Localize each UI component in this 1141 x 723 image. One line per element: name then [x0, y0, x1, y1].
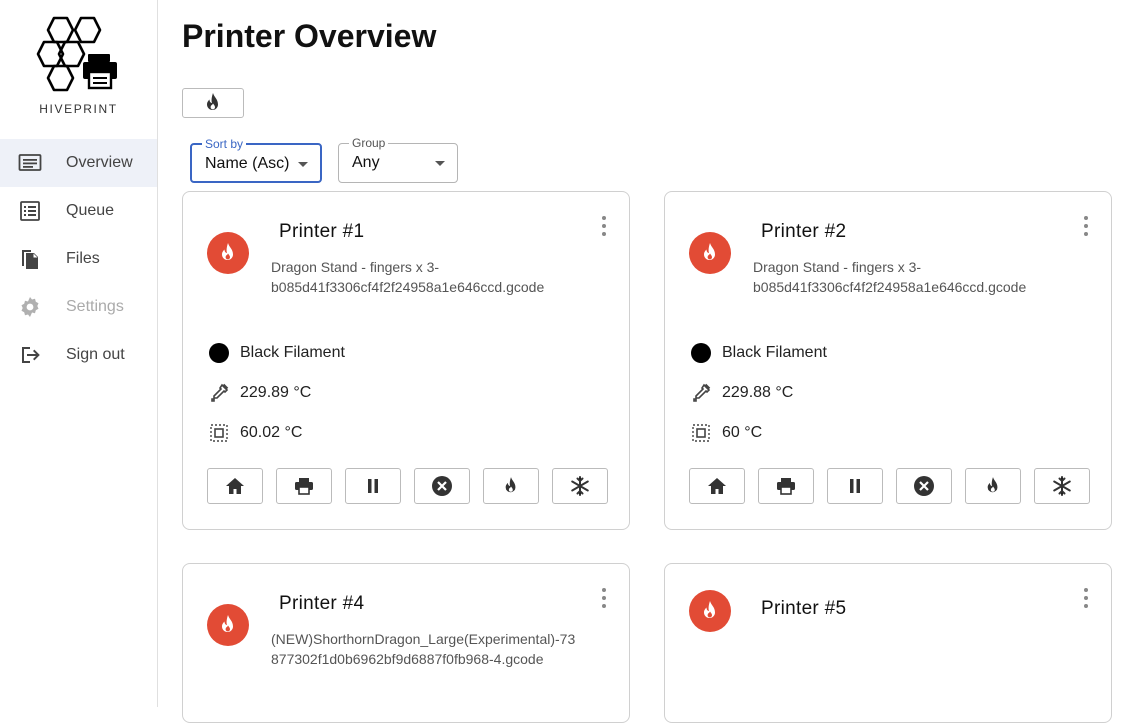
- page-title: Printer Overview: [182, 18, 437, 54]
- sidebar-item-label: Overview: [66, 154, 133, 171]
- bed-temp: 60.02 °C: [240, 424, 303, 441]
- hive-logo-icon: [36, 16, 117, 92]
- preheat-button[interactable]: [483, 468, 539, 504]
- filament-row: Black Filament: [689, 341, 827, 365]
- gear-icon: [18, 295, 42, 319]
- flame-icon: [222, 243, 233, 260]
- brand-name: HIVEPRINT: [39, 102, 118, 116]
- printer-name: Printer #1: [279, 221, 365, 242]
- printer-name: Printer #5: [761, 598, 847, 619]
- cancel-button[interactable]: [414, 468, 470, 504]
- printer-actions: [207, 468, 608, 504]
- preheat-button[interactable]: [965, 468, 1021, 504]
- print-icon: [295, 478, 313, 495]
- logo: HIVEPRINT: [0, 10, 157, 120]
- more-options-icon[interactable]: [601, 216, 607, 236]
- sidebar-item-label: Files: [66, 250, 100, 267]
- cancel-icon: [432, 476, 452, 496]
- filament-row: Black Filament: [207, 341, 345, 365]
- home-button[interactable]: [689, 468, 745, 504]
- sidebar-item-queue[interactable]: Queue: [0, 187, 157, 235]
- flame-icon: [987, 477, 998, 493]
- flame-icon: [505, 477, 516, 493]
- filament-name: Black Filament: [722, 344, 827, 361]
- printer-card: Printer #4 (NEW)ShorthornDragon_Large(Ex…: [182, 563, 630, 723]
- sidebar-item-label: Settings: [66, 298, 124, 315]
- sidebar-item-files[interactable]: Files: [0, 235, 157, 283]
- preheat-all-button[interactable]: [182, 88, 244, 118]
- bed-temp-row: 60.02 °C: [207, 421, 302, 445]
- main-content: Printer Overview Sort by Name (Asc) Grou…: [158, 0, 1141, 723]
- nozzle-temp: 229.89 °C: [240, 384, 312, 401]
- group-label: Group: [349, 136, 389, 150]
- nozzle-temp-row: 229.89 °C: [207, 381, 311, 405]
- group-value: Any: [352, 154, 380, 171]
- cancel-icon: [914, 476, 934, 496]
- more-options-icon[interactable]: [601, 588, 607, 608]
- pause-button[interactable]: [827, 468, 883, 504]
- sidebar-item-overview[interactable]: Overview: [0, 139, 157, 187]
- flame-icon: [704, 601, 715, 618]
- printer-card: Printer #2 Dragon Stand - fingers x 3-b0…: [664, 191, 1112, 530]
- monitor-list-icon: [18, 151, 42, 175]
- pause-icon: [368, 479, 378, 493]
- nozzle-temp-row: 229.88 °C: [689, 381, 793, 405]
- sidebar: HIVEPRINT Overview Queue Files Settings …: [0, 0, 158, 707]
- dropdown-arrow-icon: [435, 161, 445, 166]
- sidebar-item-label: Sign out: [66, 346, 125, 363]
- home-button[interactable]: [207, 468, 263, 504]
- pause-button[interactable]: [345, 468, 401, 504]
- nozzle-icon: [207, 381, 231, 405]
- sidebar-item-sign-out[interactable]: Sign out: [0, 331, 157, 379]
- files-icon: [18, 247, 42, 271]
- bed-icon: [207, 421, 231, 445]
- snowflake-icon: [1053, 476, 1071, 496]
- home-icon: [708, 478, 726, 494]
- printer-current-file: (NEW)ShorthornDragon_Large(Experimental)…: [271, 631, 576, 667]
- printer-current-file: Dragon Stand - fingers x 3-b085d41f3306c…: [753, 259, 1027, 295]
- cooldown-button[interactable]: [1034, 468, 1090, 504]
- nozzle-icon: [689, 381, 713, 405]
- printer-status-avatar: [207, 232, 249, 274]
- pause-icon: [850, 479, 860, 493]
- more-options-icon[interactable]: [1083, 588, 1089, 608]
- print-button[interactable]: [276, 468, 332, 504]
- printer-current-file: Dragon Stand - fingers x 3-b085d41f3306c…: [271, 259, 545, 295]
- printer-card: Printer #1 Dragon Stand - fingers x 3-b0…: [182, 191, 630, 530]
- printer-name: Printer #4: [279, 593, 365, 614]
- sort-by-value: Name (Asc): [205, 155, 290, 172]
- queue-list-icon: [18, 199, 42, 223]
- sidebar-item-label: Queue: [66, 202, 115, 219]
- printer-status-avatar: [689, 590, 731, 632]
- dropdown-arrow-icon: [298, 162, 308, 167]
- printer-actions: [689, 468, 1090, 504]
- printer-name: Printer #2: [761, 221, 847, 242]
- printer-status-avatar: [207, 604, 249, 646]
- more-options-icon[interactable]: [1083, 216, 1089, 236]
- filament-name: Black Filament: [240, 344, 345, 361]
- flame-icon: [704, 243, 715, 260]
- nozzle-temp: 229.88 °C: [722, 384, 794, 401]
- flame-icon: [207, 93, 218, 110]
- sign-out-icon: [18, 343, 42, 367]
- bed-temp: 60 °C: [722, 424, 763, 441]
- sidebar-item-settings[interactable]: Settings: [0, 283, 157, 331]
- printer-card: Printer #5: [664, 563, 1112, 723]
- cooldown-button[interactable]: [552, 468, 608, 504]
- home-icon: [226, 478, 244, 494]
- filament-color-swatch: [209, 343, 229, 363]
- sort-by-select[interactable]: Sort by Name (Asc): [190, 137, 322, 183]
- bed-temp-row: 60 °C: [689, 421, 762, 445]
- snowflake-icon: [571, 476, 589, 496]
- cancel-button[interactable]: [896, 468, 952, 504]
- print-button[interactable]: [758, 468, 814, 504]
- group-select[interactable]: Group Any: [338, 136, 458, 183]
- bed-icon: [689, 421, 713, 445]
- flame-icon: [222, 615, 233, 632]
- sort-by-label: Sort by: [202, 137, 247, 151]
- filament-color-swatch: [691, 343, 711, 363]
- printer-status-avatar: [689, 232, 731, 274]
- print-icon: [777, 478, 795, 495]
